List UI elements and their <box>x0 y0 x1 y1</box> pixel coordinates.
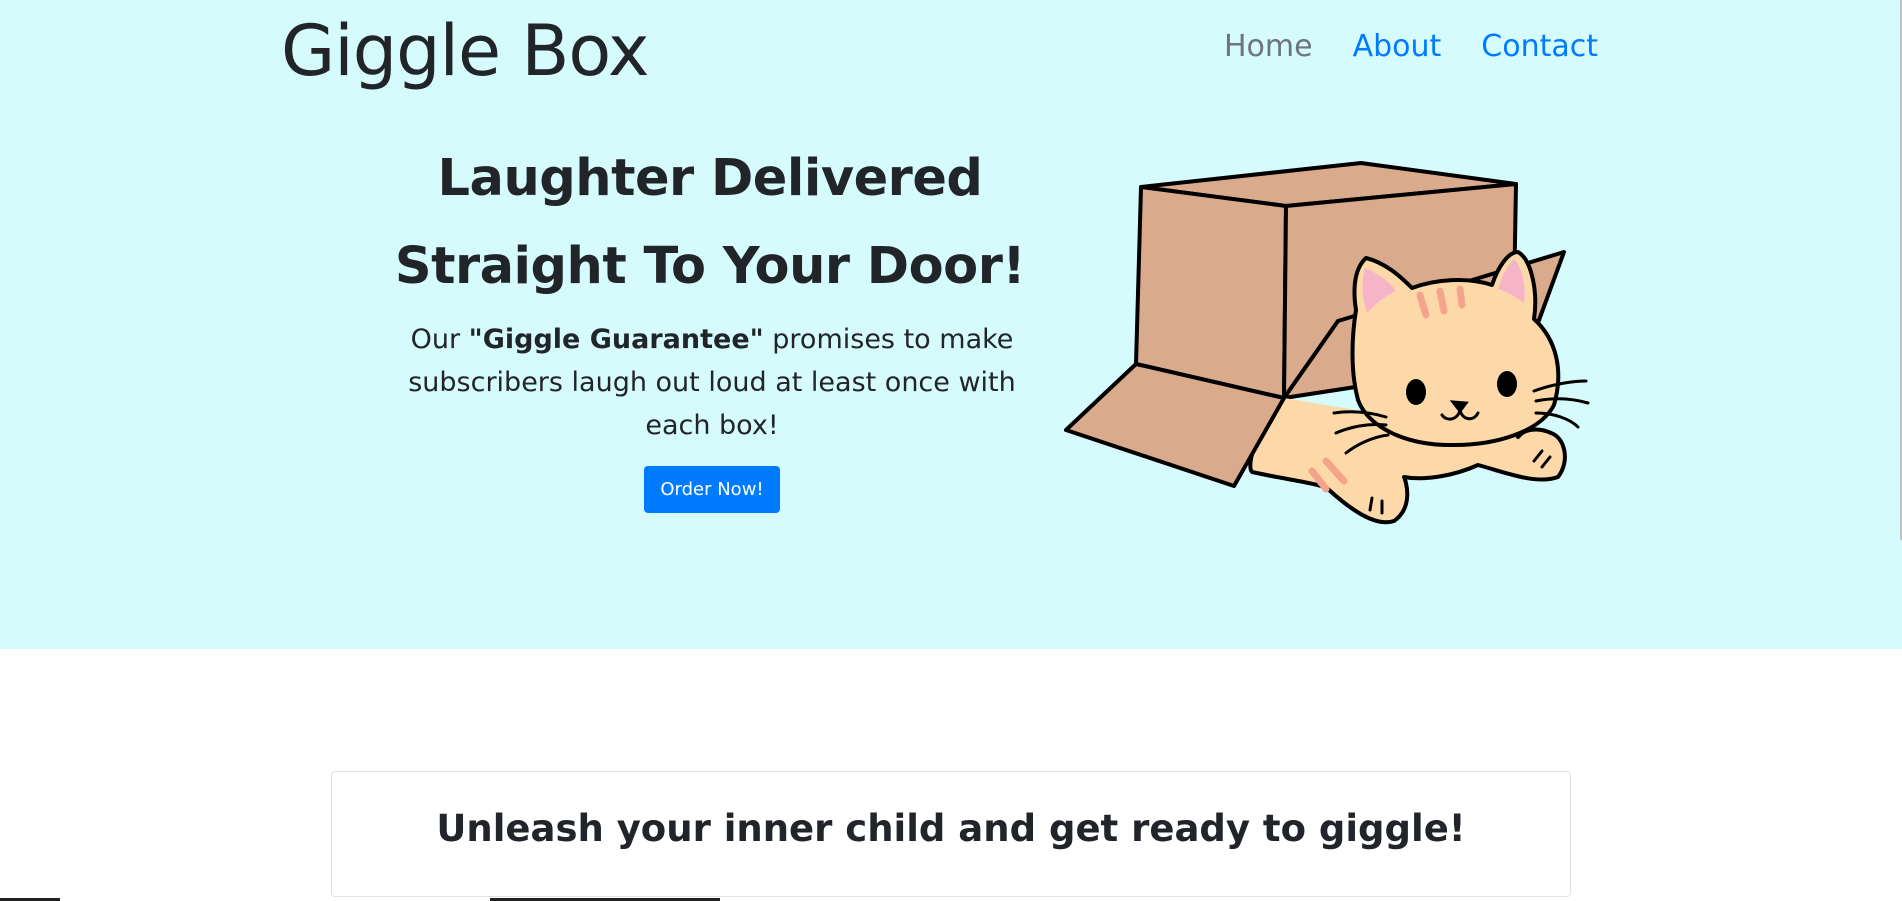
headline-line-2: Straight To Your Door! <box>394 237 1026 296</box>
nav-link-contact[interactable]: Contact <box>1481 24 1598 70</box>
brand-title[interactable]: Giggle Box <box>281 6 649 96</box>
hero-lead: Our "Giggle Guarantee" promises to make … <box>400 318 1024 447</box>
main-nav: Home About Contact <box>1224 24 1598 70</box>
card-title: Unleash your inner child and get ready t… <box>436 807 1466 850</box>
headline-line-1: Laughter Delivered <box>437 149 983 208</box>
hero-headline: Laughter Delivered Straight To Your Door… <box>390 135 1030 311</box>
lead-prefix: Our <box>410 324 469 355</box>
hero-section: Giggle Box Home About Contact Laughter D… <box>0 0 1902 649</box>
nav-link-about[interactable]: About <box>1353 24 1442 70</box>
nav-link-home[interactable]: Home <box>1224 24 1313 70</box>
giggle-card: Unleash your inner child and get ready t… <box>331 771 1571 897</box>
lead-bold: "Giggle Guarantee" <box>468 324 764 355</box>
order-now-button[interactable]: Order Now! <box>644 466 780 513</box>
cat-in-box-icon <box>1064 161 1590 525</box>
